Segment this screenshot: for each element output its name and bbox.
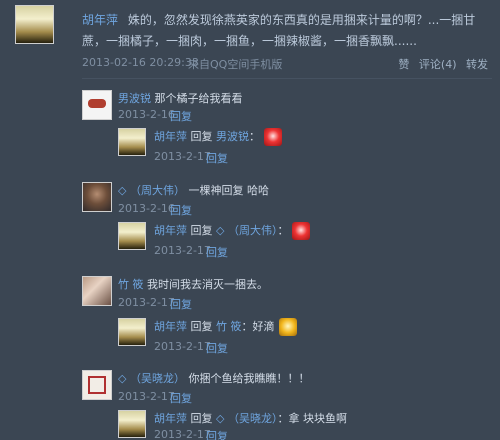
- comment-text: 那个橘子给我看看: [154, 92, 243, 105]
- reply-sep: ：: [241, 320, 253, 333]
- reply-target[interactable]: 男波锐: [216, 130, 249, 143]
- comment-time: 2013-2-17: [118, 390, 175, 403]
- reply-line: 胡年萍 回复 男波锐：: [154, 128, 282, 146]
- reply-time: 2013-2-17: [154, 244, 211, 257]
- divider: [82, 78, 492, 79]
- reply-time: 2013-2-17: [154, 340, 211, 353]
- reply-sep: ：: [277, 224, 289, 237]
- post-source[interactable]: 来自QQ空间手机版: [188, 56, 282, 72]
- comment-time: 2013-2-16: [118, 108, 175, 121]
- comment-reply-button[interactable]: 回复: [170, 296, 192, 312]
- comment-reply-button[interactable]: 回复: [170, 390, 192, 406]
- reply-text: 拿 块块鱼啊: [288, 412, 347, 425]
- comment-button[interactable]: 评论(4): [419, 58, 457, 71]
- commenter-avatar[interactable]: [82, 276, 112, 306]
- comment-time: 2013-2-16: [118, 202, 175, 215]
- reply-reply-button[interactable]: 回复: [206, 244, 228, 260]
- reply-verb: 回复: [190, 320, 213, 333]
- comment-text: 我时间我去消灭一捆去。: [147, 278, 268, 291]
- reply-reply-button[interactable]: 回复: [206, 340, 228, 356]
- commenter-avatar[interactable]: [82, 370, 112, 400]
- replier-name[interactable]: 胡年萍: [154, 320, 187, 333]
- commenter-name[interactable]: ◇ （吴晓龙）: [118, 372, 185, 385]
- commenter-name[interactable]: 男波锐: [118, 92, 151, 105]
- replier-name[interactable]: 胡年萍: [154, 224, 187, 237]
- grin-emote-icon: [278, 318, 297, 336]
- reply-sep: ：: [249, 130, 260, 143]
- comment-line: 竹 筱 我时间我去消灭一捆去。: [118, 276, 268, 292]
- reply-text: 好滴: [252, 320, 275, 333]
- post-actions: 赞 评论(4) 转发: [392, 56, 488, 72]
- reply-reply-button[interactable]: 回复: [206, 428, 228, 440]
- reply-line: 胡年萍 回复 竹 筱：好滴: [154, 318, 297, 336]
- forward-button[interactable]: 转发: [466, 58, 488, 71]
- angry-emote-icon: [292, 222, 311, 240]
- replier-avatar[interactable]: [118, 318, 146, 346]
- author-avatar[interactable]: [15, 5, 54, 44]
- comment-reply-button[interactable]: 回复: [170, 108, 192, 124]
- comment-text: 你捆个鱼给我瞧瞧！！！: [188, 372, 310, 385]
- commenter-name[interactable]: ◇ （周大伟）: [118, 184, 185, 197]
- post-author[interactable]: 胡年萍: [82, 13, 118, 27]
- replier-name[interactable]: 胡年萍: [154, 412, 187, 425]
- reply-time: 2013-2-17: [154, 428, 211, 440]
- post-content: 胡年萍 姝的，忽然发现徐燕英家的东西真的是用捆来计量的啊？...一捆甘蔗，一捆橘…: [82, 10, 492, 52]
- angry-emote-icon: [264, 128, 282, 146]
- replier-avatar[interactable]: [118, 410, 146, 438]
- reply-target[interactable]: ◇ （周大伟）: [216, 224, 277, 237]
- reply-reply-button[interactable]: 回复: [206, 150, 228, 166]
- reply-time: 2013-2-17: [154, 150, 211, 163]
- reply-line: 胡年萍 回复 ◇ （周大伟）：: [154, 222, 311, 240]
- comment-line: 男波锐 那个橘子给我看看: [118, 90, 243, 106]
- replier-name[interactable]: 胡年萍: [154, 130, 187, 143]
- reply-target[interactable]: ◇ （吴晓龙）: [216, 412, 277, 425]
- replier-avatar[interactable]: [118, 128, 146, 156]
- post-meta: 2013-02-16 20:29:33 来自QQ空间手机版 赞 评论(4) 转发: [82, 56, 492, 72]
- reply-verb: 回复: [190, 224, 213, 237]
- post-time: 2013-02-16 20:29:33: [82, 56, 199, 69]
- like-button[interactable]: 赞: [398, 58, 409, 71]
- comment-time: 2013-2-17: [118, 296, 175, 309]
- reply-sep: ：: [277, 412, 289, 425]
- replier-avatar[interactable]: [118, 222, 146, 250]
- commenter-avatar[interactable]: [82, 182, 112, 212]
- reply-verb: 回复: [190, 130, 213, 143]
- commenter-avatar[interactable]: [82, 90, 112, 120]
- reply-verb: 回复: [190, 412, 213, 425]
- feed-post: 胡年萍 姝的，忽然发现徐燕英家的东西真的是用捆来计量的啊？...一捆甘蔗，一捆橘…: [0, 0, 500, 440]
- comment-line: ◇ （周大伟） 一棵神回复 哈哈: [118, 182, 269, 198]
- post-body: 姝的，忽然发现徐燕英家的东西真的是用捆来计量的啊？...一捆甘蔗，一捆橘子，一捆…: [82, 13, 476, 48]
- comment-line: ◇ （吴晓龙） 你捆个鱼给我瞧瞧！！！: [118, 370, 309, 386]
- comment-reply-button[interactable]: 回复: [170, 202, 192, 218]
- reply-target[interactable]: 竹 筱: [216, 320, 242, 333]
- reply-line: 胡年萍 回复 ◇ （吴晓龙）：拿 块块鱼啊: [154, 410, 347, 426]
- commenter-name[interactable]: 竹 筱: [118, 278, 144, 291]
- comment-text: 一棵神回复 哈哈: [188, 184, 269, 197]
